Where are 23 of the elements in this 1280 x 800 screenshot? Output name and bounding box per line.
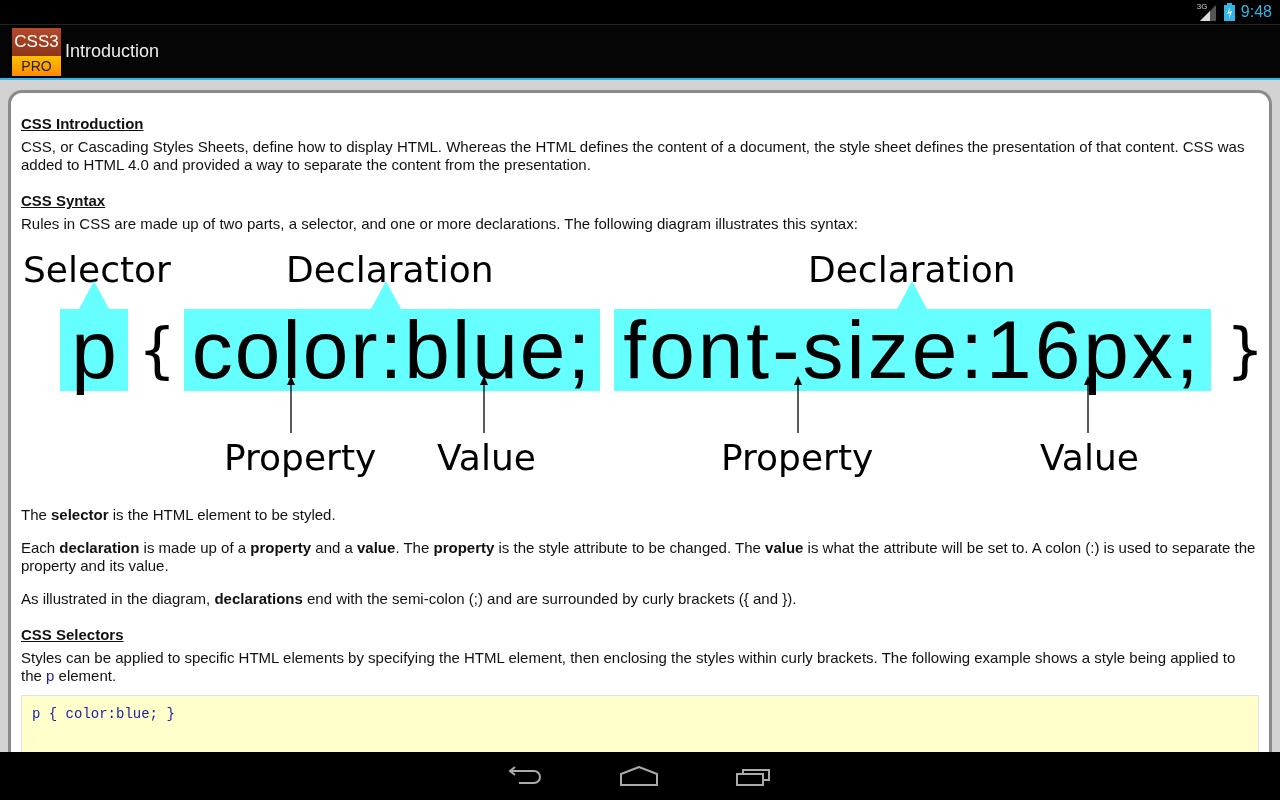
back-icon[interactable] [508,766,542,786]
paragraph: CSS, or Cascading Styles Sheets, define how to display HTML. Whereas the HTML defines the content of a document, the style sheet defines the presentation of that content. CSS was added to HTML 4.0 and provided a way to separate the content from the presentation. [21,138,1246,174]
screen-title: Introduction [65,41,160,62]
section-heading: CSS Introduction [21,115,144,133]
section-heading: CSS Selectors [21,626,124,644]
paragraph: Each declaration is made up of a property and a value. The property is the style attribute to be changed. The value is what the attribute will be set to. A colon (:) is used to separate the property and its value. [21,539,1257,575]
paragraph: Rules in CSS are made up of two parts, a selector, and one or more declarations. The following diagram illustrates this syntax: [21,215,859,233]
property-label: Property [721,436,874,480]
clock-time: 9:48 [1240,3,1272,21]
code-block: p { color:blue; } [21,695,1259,752]
battery-icon [1223,3,1235,21]
brace: { [138,314,177,387]
section-heading: CSS Syntax [21,192,106,210]
network-type-label: 3G [1196,2,1208,11]
paragraph: As illustrated in the diagram, declarations end with the semi-colon (;) and are surrounded by curly brackets ({ and }). [21,590,798,608]
brace: } [1226,314,1265,387]
paragraph: Styles can be applied to specific HTML elements by specifying the HTML element, then enclosing the styles within curly brackets. The following example shows a style being applied to the p element. [21,649,1237,685]
recent-apps-icon[interactable] [736,766,772,786]
property-label: Property [224,436,377,480]
value-label: Value [437,436,536,480]
value-label: Value [1040,436,1139,480]
paragraph: The selector is the HTML element to be styled. [21,506,337,524]
home-icon[interactable] [620,766,658,786]
